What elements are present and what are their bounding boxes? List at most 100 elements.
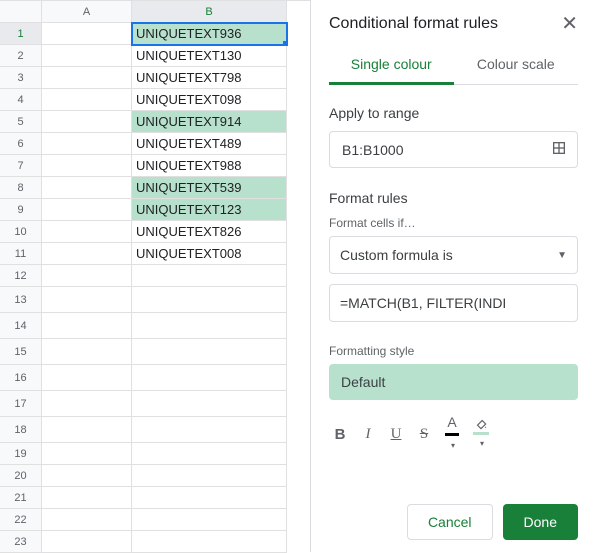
condition-value: Custom formula is (340, 247, 453, 263)
tab-colour-scale[interactable]: Colour scale (454, 56, 579, 84)
cell[interactable] (42, 417, 132, 443)
table-row: 1 UNIQUETEXT936 (0, 23, 310, 45)
table-row: 19 (0, 443, 310, 465)
condition-select[interactable]: Custom formula is ▼ (329, 236, 578, 274)
cell[interactable] (42, 89, 132, 111)
cell[interactable] (132, 417, 287, 443)
cell[interactable]: UNIQUETEXT826 (132, 221, 287, 243)
done-button[interactable]: Done (503, 504, 578, 540)
table-row: 16 (0, 365, 310, 391)
row-header[interactable]: 15 (0, 339, 42, 365)
col-header-b[interactable]: B (132, 1, 287, 23)
cell[interactable]: UNIQUETEXT914 (132, 111, 287, 133)
cell[interactable]: UNIQUETEXT008 (132, 243, 287, 265)
cell[interactable] (42, 45, 132, 67)
cell[interactable] (42, 339, 132, 365)
row-header[interactable]: 21 (0, 487, 42, 509)
cell[interactable] (42, 531, 132, 553)
cell[interactable] (42, 313, 132, 339)
cell[interactable]: UNIQUETEXT130 (132, 45, 287, 67)
cell[interactable] (132, 365, 287, 391)
range-input[interactable] (340, 141, 551, 159)
row-header[interactable]: 3 (0, 67, 42, 89)
row-header[interactable]: 20 (0, 465, 42, 487)
spreadsheet-grid[interactable]: A B 1 UNIQUETEXT936 2 UNIQUETEXT130 3 UNIQUET… (0, 0, 310, 552)
cell[interactable] (42, 465, 132, 487)
cell[interactable] (42, 133, 132, 155)
cell[interactable]: UNIQUETEXT936 (132, 23, 287, 45)
fill-color-button[interactable]: ▾ (473, 417, 489, 452)
cell[interactable] (132, 313, 287, 339)
row-header[interactable]: 22 (0, 509, 42, 531)
row-header[interactable]: 2 (0, 45, 42, 67)
style-preview[interactable]: Default (329, 364, 578, 400)
cell[interactable] (132, 487, 287, 509)
cell[interactable] (132, 443, 287, 465)
cell[interactable] (132, 465, 287, 487)
strikethrough-button[interactable]: S (417, 426, 431, 443)
cell[interactable] (42, 177, 132, 199)
row-header[interactable]: 6 (0, 133, 42, 155)
cell[interactable]: UNIQUETEXT988 (132, 155, 287, 177)
italic-button[interactable]: I (361, 426, 375, 443)
table-row: 20 (0, 465, 310, 487)
tab-single-colour[interactable]: Single colour (329, 56, 454, 85)
formula-input[interactable] (329, 284, 578, 322)
row-header[interactable]: 11 (0, 243, 42, 265)
cell[interactable] (42, 155, 132, 177)
cancel-button[interactable]: Cancel (407, 504, 493, 540)
table-row: 23 (0, 531, 310, 553)
cell[interactable] (132, 531, 287, 553)
chevron-down-icon: ▼ (557, 250, 567, 261)
cell[interactable] (42, 243, 132, 265)
row-header[interactable]: 10 (0, 221, 42, 243)
table-row: 3 UNIQUETEXT798 (0, 67, 310, 89)
cell[interactable] (132, 339, 287, 365)
row-header[interactable]: 12 (0, 265, 42, 287)
cell[interactable] (132, 509, 287, 531)
cell[interactable] (42, 23, 132, 45)
row-header[interactable]: 5 (0, 111, 42, 133)
row-header[interactable]: 17 (0, 391, 42, 417)
row-header[interactable]: 13 (0, 287, 42, 313)
cell[interactable]: UNIQUETEXT123 (132, 199, 287, 221)
select-all-corner[interactable] (0, 1, 42, 23)
row-header[interactable]: 9 (0, 199, 42, 221)
cell[interactable] (42, 287, 132, 313)
cell[interactable] (42, 265, 132, 287)
panel-tabs: Single colour Colour scale (329, 56, 578, 85)
cell[interactable] (42, 199, 132, 221)
cell[interactable] (132, 287, 287, 313)
cell[interactable] (42, 443, 132, 465)
cell[interactable] (42, 111, 132, 133)
conditional-format-panel: Conditional format rules ✕ Single colour… (310, 0, 596, 552)
cell[interactable]: UNIQUETEXT798 (132, 67, 287, 89)
text-color-button[interactable]: A▾ (445, 414, 459, 454)
row-header[interactable]: 18 (0, 417, 42, 443)
row-header[interactable]: 1 (0, 23, 42, 45)
row-header[interactable]: 14 (0, 313, 42, 339)
select-range-icon[interactable] (551, 140, 567, 159)
cell[interactable] (42, 67, 132, 89)
cell[interactable] (42, 509, 132, 531)
row-header[interactable]: 8 (0, 177, 42, 199)
col-header-a[interactable]: A (42, 1, 132, 23)
row-header[interactable]: 4 (0, 89, 42, 111)
row-header[interactable]: 16 (0, 365, 42, 391)
cell[interactable] (42, 391, 132, 417)
underline-button[interactable]: U (389, 426, 403, 443)
cell[interactable] (42, 487, 132, 509)
row-header[interactable]: 19 (0, 443, 42, 465)
range-input-box[interactable] (329, 131, 578, 168)
cell[interactable] (42, 221, 132, 243)
cell[interactable] (132, 391, 287, 417)
cell[interactable]: UNIQUETEXT489 (132, 133, 287, 155)
row-header[interactable]: 23 (0, 531, 42, 553)
cell[interactable] (132, 265, 287, 287)
row-header[interactable]: 7 (0, 155, 42, 177)
close-icon[interactable]: ✕ (561, 14, 578, 34)
cell[interactable]: UNIQUETEXT539 (132, 177, 287, 199)
cell[interactable]: UNIQUETEXT098 (132, 89, 287, 111)
bold-button[interactable]: B (333, 426, 347, 443)
cell[interactable] (42, 365, 132, 391)
